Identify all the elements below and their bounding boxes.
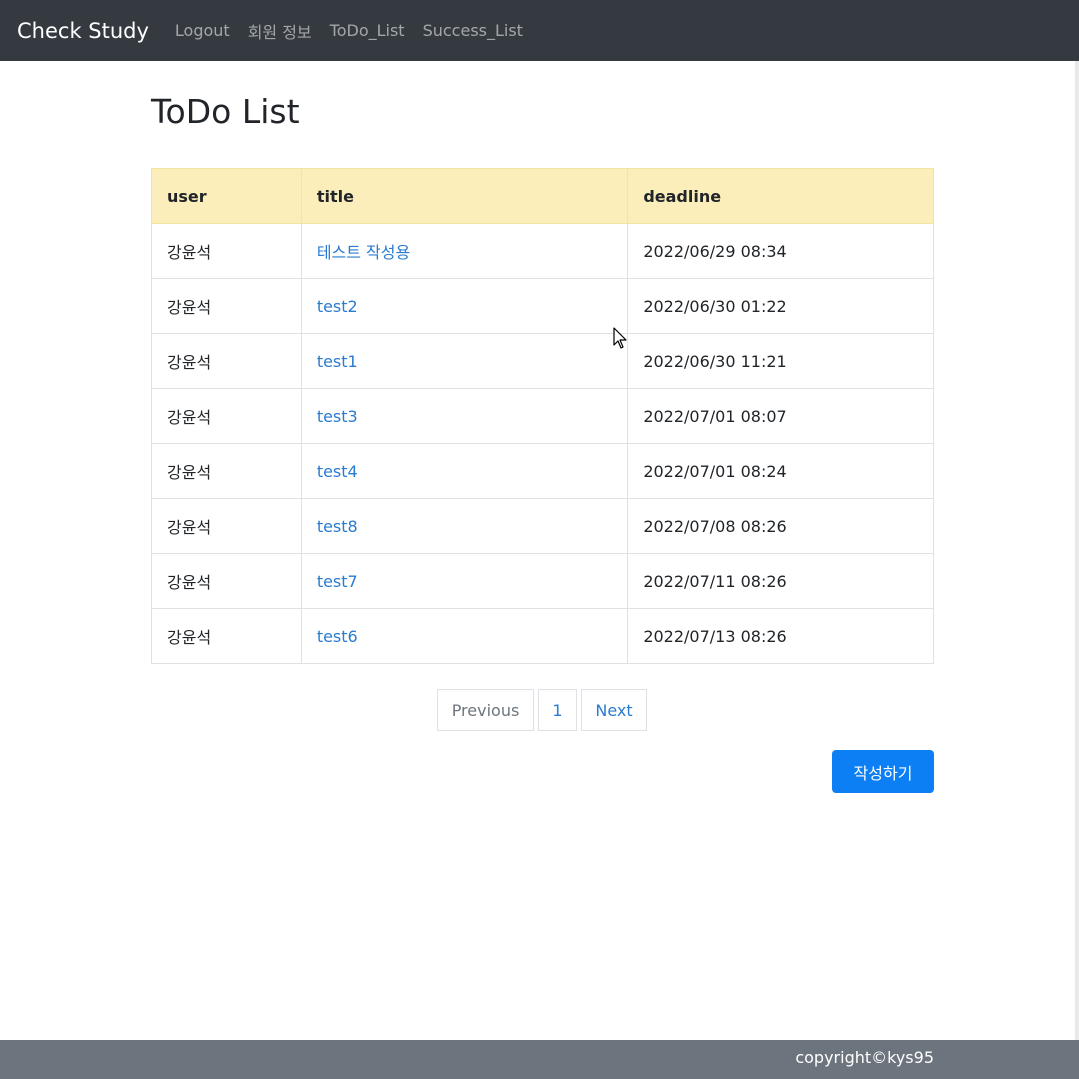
table-row: 강윤석 테스트 작성용 2022/06/29 08:34 [151, 223, 934, 279]
cell-title: test7 [300, 553, 629, 609]
nav-links: Logout 회원 정보 ToDo_List Success_List [175, 19, 541, 43]
cell-title: 테스트 작성용 [300, 223, 629, 279]
cell-user: 강윤석 [151, 498, 302, 554]
cell-user: 강윤석 [151, 223, 302, 279]
pagination-previous-button[interactable]: Previous [437, 689, 534, 731]
cell-title: test4 [300, 443, 629, 499]
cell-user: 강윤석 [151, 388, 302, 444]
cell-deadline: 2022/06/30 11:21 [627, 333, 934, 389]
cell-title: test8 [300, 498, 629, 554]
header-title: title [300, 168, 629, 224]
cell-user: 강윤석 [151, 553, 302, 609]
todo-title-link[interactable]: test6 [317, 627, 358, 646]
table-row: 강윤석 test7 2022/07/11 08:26 [151, 553, 934, 609]
header-user: user [151, 168, 302, 224]
cell-user: 강윤석 [151, 443, 302, 499]
mouse-cursor-icon [613, 327, 627, 349]
table-row: 강윤석 test8 2022/07/08 08:26 [151, 498, 934, 554]
cell-deadline: 2022/06/29 08:34 [627, 223, 934, 279]
cell-deadline: 2022/07/01 08:07 [627, 388, 934, 444]
cell-deadline: 2022/07/08 08:26 [627, 498, 934, 554]
pagination: Previous 1 Next [437, 689, 651, 731]
nav-todo-list-link[interactable]: ToDo_List [330, 21, 405, 40]
cell-title: test6 [300, 608, 629, 664]
table-row: 강윤석 test3 2022/07/01 08:07 [151, 388, 934, 444]
cell-user: 강윤석 [151, 278, 302, 334]
cell-deadline: 2022/07/01 08:24 [627, 443, 934, 499]
cell-title: test2 [300, 278, 629, 334]
table-row: 강윤석 test2 2022/06/30 01:22 [151, 278, 934, 334]
top-navbar: Check Study Logout 회원 정보 ToDo_List Succe… [0, 0, 1079, 61]
todo-title-link[interactable]: test8 [317, 517, 358, 536]
pagination-next-button[interactable]: Next [581, 689, 647, 731]
cell-user: 강윤석 [151, 608, 302, 664]
todo-table: user title deadline 강윤석 테스트 작성용 2022/06/… [151, 168, 934, 664]
nav-success-list-link[interactable]: Success_List [423, 21, 523, 40]
write-todo-button[interactable]: 작성하기 [832, 750, 934, 793]
cell-user: 강윤석 [151, 333, 302, 389]
header-deadline: deadline [627, 168, 934, 224]
pagination-page-button[interactable]: 1 [538, 689, 577, 731]
footer-copyright: copyright©kys95 [795, 1048, 934, 1067]
cell-deadline: 2022/07/13 08:26 [627, 608, 934, 664]
table-header-row: user title deadline [151, 168, 934, 224]
table-row: 강윤석 test4 2022/07/01 08:24 [151, 443, 934, 499]
footer: copyright©kys95 [0, 1040, 1079, 1079]
nav-member-info-link[interactable]: 회원 정보 [248, 19, 312, 43]
cell-title: test1 [300, 333, 629, 389]
todo-title-link[interactable]: test2 [317, 297, 358, 316]
brand-link[interactable]: Check Study [17, 19, 149, 43]
todo-title-link[interactable]: test4 [317, 462, 358, 481]
todo-title-link[interactable]: test1 [317, 352, 358, 371]
table-row: 강윤석 test1 2022/06/30 11:21 [151, 333, 934, 389]
nav-logout-link[interactable]: Logout [175, 21, 230, 40]
cell-title: test3 [300, 388, 629, 444]
page: Check Study Logout 회원 정보 ToDo_List Succe… [0, 0, 1079, 1079]
todo-title-link[interactable]: test3 [317, 407, 358, 426]
cell-deadline: 2022/07/11 08:26 [627, 553, 934, 609]
table-row: 강윤석 test6 2022/07/13 08:26 [151, 608, 934, 664]
vertical-scrollbar[interactable] [1075, 61, 1079, 1040]
todo-title-link[interactable]: 테스트 작성용 [317, 243, 410, 262]
cell-deadline: 2022/06/30 01:22 [627, 278, 934, 334]
todo-title-link[interactable]: test7 [317, 572, 358, 591]
page-title: ToDo List [151, 92, 300, 131]
